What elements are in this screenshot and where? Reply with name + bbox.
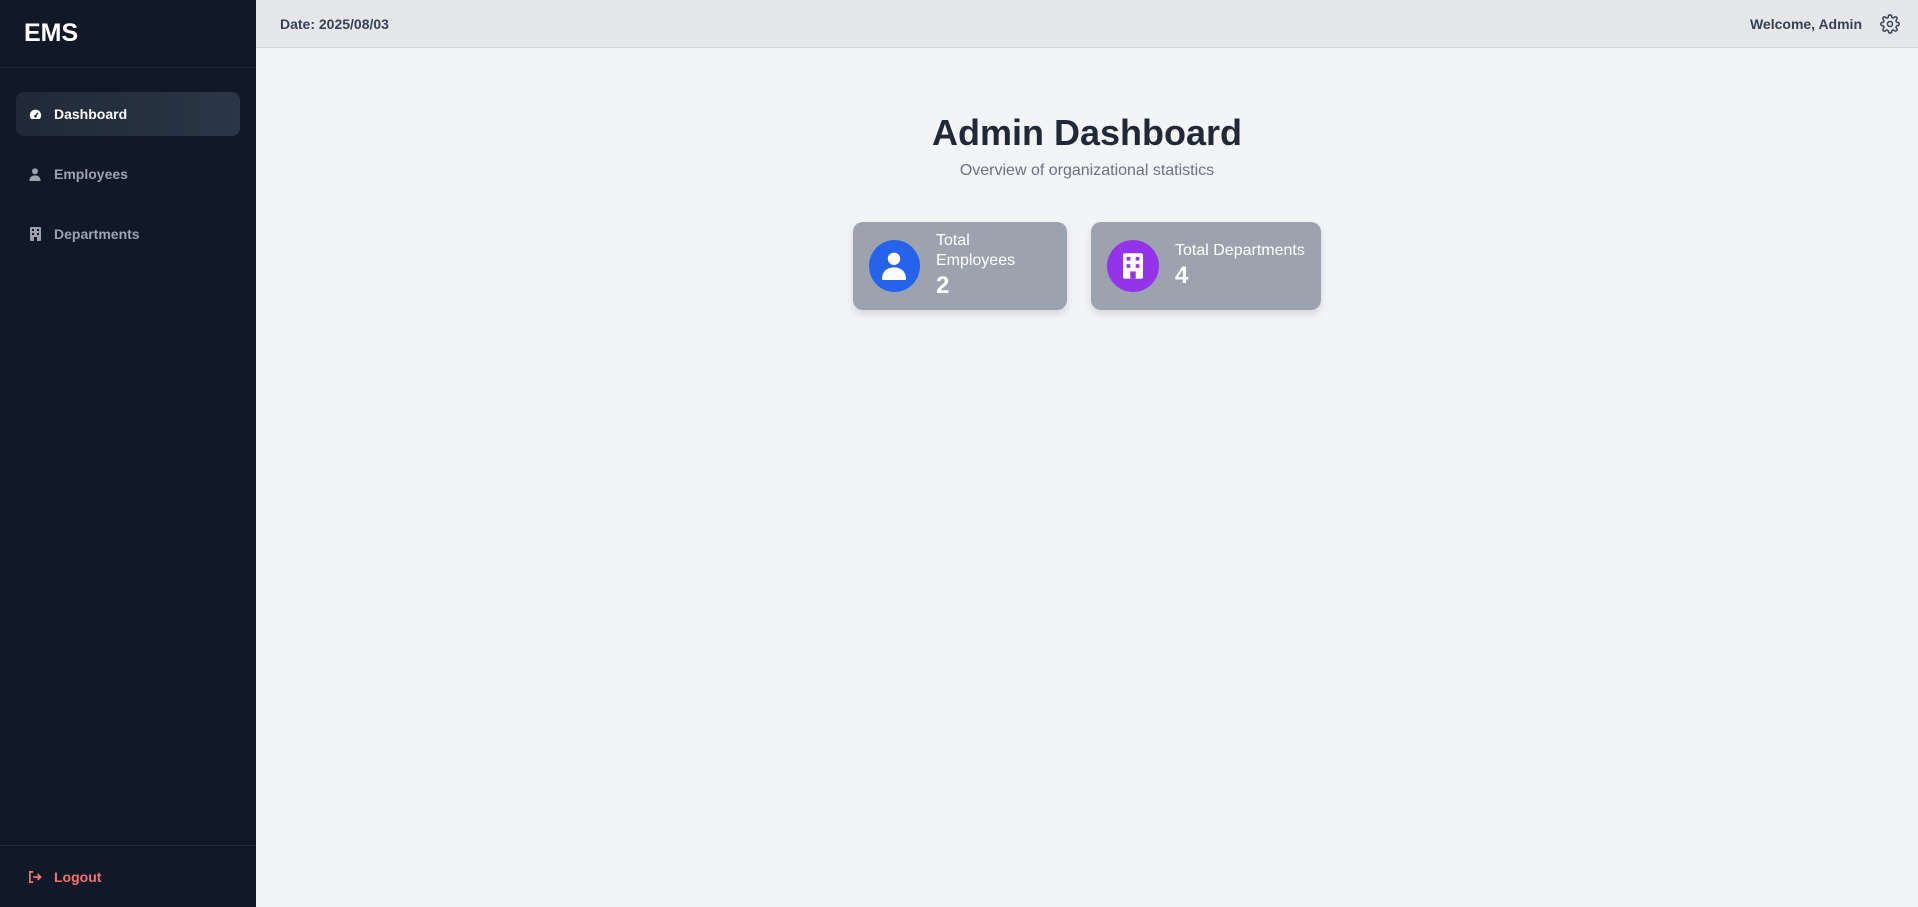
logout-label: Logout	[54, 868, 102, 885]
top-bar-right: Welcome, Admin	[1749, 13, 1900, 34]
main-content: Admin Dashboard Overview of organization…	[256, 48, 1918, 907]
card-value: 4	[1175, 262, 1189, 289]
sidebar-nav: Dashboard Employees Departments	[0, 68, 256, 256]
total-departments-card[interactable]: Total Departments 4	[1091, 222, 1321, 310]
building-icon	[1107, 240, 1159, 292]
page-title: Admin Dashboard	[931, 112, 1243, 153]
user-icon	[28, 167, 42, 181]
sidebar-item-employees[interactable]: Employees	[16, 152, 240, 196]
user-icon	[869, 240, 920, 292]
brand-name: EMS	[24, 19, 79, 47]
dashboard-icon	[28, 107, 42, 121]
welcome-text: Welcome, Admin	[1749, 15, 1862, 32]
sidebar: EMS Dashboard Employees Departments Logo…	[0, 0, 256, 907]
building-icon	[28, 227, 42, 241]
sidebar-item-label: Departments	[54, 226, 140, 242]
logout-button[interactable]: Logout	[28, 869, 101, 885]
sidebar-item-dashboard[interactable]: Dashboard	[16, 92, 240, 136]
sidebar-item-departments[interactable]: Departments	[16, 212, 240, 256]
current-date: Date: 2025/08/03	[280, 15, 389, 32]
top-bar: Date: 2025/08/03 Welcome, Admin	[256, 0, 1918, 48]
card-text: Total Employees 2	[936, 231, 1051, 301]
page-subtitle: Overview of organizational statistics	[959, 162, 1215, 179]
card-label: Total Departments	[1175, 242, 1305, 259]
card-label: Total Employees	[935, 232, 1016, 269]
sidebar-item-label: Dashboard	[54, 106, 128, 122]
sidebar-footer: Logout	[0, 845, 256, 907]
gear-icon[interactable]	[1880, 13, 1900, 34]
sidebar-item-label: Employees	[54, 166, 128, 182]
total-employees-card[interactable]: Total Employees 2	[853, 222, 1067, 310]
card-value: 2	[935, 272, 950, 299]
stats-cards: Total Employees 2 Total Departments 4	[256, 222, 1918, 310]
brand-logo[interactable]: EMS	[0, 0, 256, 68]
card-text: Total Departments 4	[1175, 241, 1305, 291]
logout-icon	[28, 870, 42, 884]
